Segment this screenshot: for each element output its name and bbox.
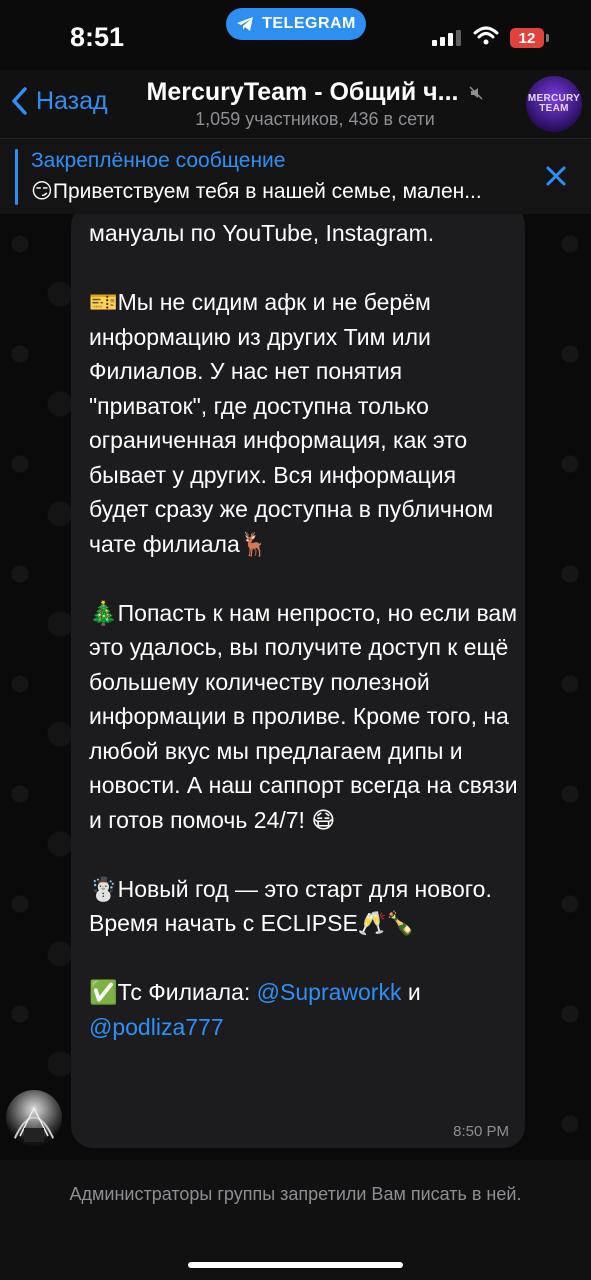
pinned-message-bar[interactable]: Закреплённое сообщение 😏Приветствуем теб… [0, 138, 591, 215]
message-paragraph: мануалы по YouTube, Instagram. [89, 220, 435, 246]
chat-title-text: MercuryTeam - Общий ч... [146, 78, 459, 106]
write-restricted-notice: Администраторы группы запретили Вам писа… [69, 1184, 522, 1204]
message-paragraph: ✅Тс Филиала: [89, 979, 257, 1005]
telegram-plane-icon [237, 17, 254, 31]
clock: 8:51 [70, 22, 125, 52]
message-paragraph: ☃️Новый год — это старт для нового. Врем… [89, 875, 499, 937]
wifi-icon [473, 26, 499, 45]
mention-link[interactable]: @Supraworkk [257, 979, 402, 1005]
message-paragraph: 🎄Попасть к нам непросто, но если вам это… [89, 599, 524, 833]
avatar-image-icon [13, 1106, 55, 1142]
back-label: Назад [36, 86, 108, 115]
chat-messages[interactable]: мануалы по YouTube, Instagram. 🎫Мы не си… [0, 214, 591, 1160]
sender-avatar[interactable] [6, 1090, 62, 1146]
message-paragraph: и [401, 979, 428, 1005]
chat-member-count: 1,059 участников, 436 в сети [195, 109, 435, 129]
telegram-return-pill[interactable]: TELEGRAM [226, 8, 366, 40]
group-avatar[interactable]: MERCURY TEAM [526, 76, 582, 132]
chat-title: MercuryTeam - Общий ч... [130, 78, 500, 107]
message-time: 8:50 PM [453, 1123, 509, 1140]
mention-link[interactable]: @podliza777 [89, 1014, 224, 1040]
mute-icon [469, 86, 483, 100]
cellular-signal-icon [432, 30, 461, 46]
home-indicator[interactable] [188, 1262, 403, 1268]
pinned-indicator [15, 149, 18, 205]
battery-level: 12 [518, 29, 536, 47]
pinned-title: Закреплённое сообщение [31, 149, 286, 172]
chat-header: Назад MercuryTeam - Общий ч... 1,059 уча… [0, 70, 591, 138]
group-avatar-text: MERCURY TEAM [527, 93, 581, 114]
close-icon[interactable] [542, 162, 570, 190]
message-paragraph: 🎫Мы не сидим афк и не берём информацию и… [89, 289, 500, 557]
back-button[interactable]: Назад [10, 86, 108, 116]
chevron-left-icon [12, 87, 27, 115]
status-bar: 8:51 TELEGRAM 12 [0, 0, 591, 70]
battery-icon: 12 [510, 28, 549, 48]
chat-info[interactable]: MercuryTeam - Общий ч... 1,059 участнико… [130, 78, 500, 130]
message-bubble[interactable]: мануалы по YouTube, Instagram. 🎫Мы не си… [71, 214, 525, 1148]
pinned-preview: 😏Приветствуем тебя в нашей семье, мален.… [31, 180, 482, 203]
message-text: мануалы по YouTube, Instagram. 🎫Мы не си… [89, 216, 519, 1044]
telegram-pill-label: TELEGRAM [262, 15, 356, 32]
